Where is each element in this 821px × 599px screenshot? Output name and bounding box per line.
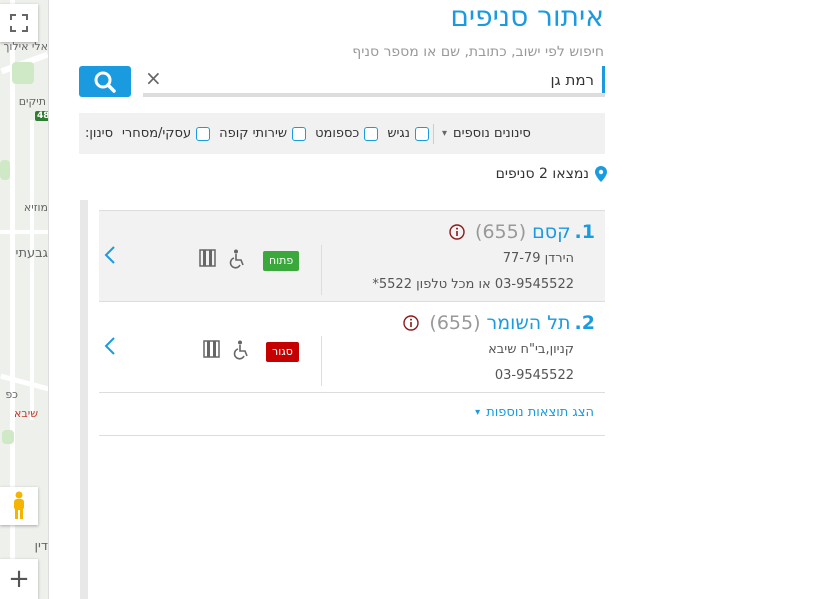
branch-name: קסם — [532, 221, 571, 243]
search-hint: חיפוש לפי ישוב, כתובת, שם או מספר סניף — [352, 44, 604, 60]
divider — [321, 245, 322, 295]
map-label: שיבא — [14, 407, 38, 420]
map-label: מוזיא — [23, 201, 48, 214]
clear-search-icon[interactable]: × — [145, 66, 162, 90]
results-list: 1. קסם (655) הירדן 77-79 03-9545522 או מ… — [99, 210, 605, 436]
branch-code: (655) — [429, 312, 481, 334]
branch-title[interactable]: 2. תל השומר (655) — [403, 312, 595, 334]
filter-accessible[interactable]: נגיש — [387, 126, 429, 141]
branch-name: תל השומר — [486, 312, 571, 334]
branch-result[interactable]: 2. תל השומר (655) קניון,בי"ח שיבא 03-954… — [99, 302, 605, 393]
search-box: × — [143, 66, 605, 97]
search-input[interactable] — [165, 66, 605, 93]
results-count: נמצאו 2 סניפים — [496, 166, 607, 182]
cash-service-icon — [199, 249, 216, 267]
chevron-down-icon: ▾ — [442, 128, 448, 139]
filter-bar: סינון: עסקי/מסחרי שירותי קופה כספומט נגי… — [79, 113, 605, 154]
checkbox[interactable] — [364, 126, 379, 141]
branch-address: הירדן 77-79 — [502, 251, 574, 266]
results-count-text: נמצאו 2 סניפים — [495, 166, 589, 182]
show-more-label: הצג תוצאות נוספות — [486, 405, 594, 420]
fullscreen-icon — [10, 14, 28, 32]
cash-service-icon — [203, 340, 220, 358]
map-label: דין — [34, 539, 48, 554]
checkbox[interactable] — [415, 126, 429, 141]
branch-address: קניון,בי"ח שיבא — [488, 342, 574, 357]
checkbox[interactable] — [196, 126, 211, 141]
map-label: גבעתי — [15, 246, 48, 261]
page-title: איתור סניפים — [450, 0, 604, 33]
street-view-button[interactable] — [0, 487, 38, 525]
filter-label: סינון: — [85, 126, 114, 141]
branch-number: 1. — [574, 221, 595, 243]
branch-result[interactable]: 1. קסם (655) הירדן 77-79 03-9545522 או מ… — [99, 211, 605, 302]
map-label: כפ — [5, 388, 18, 401]
divider — [321, 336, 322, 386]
pegman-icon — [14, 491, 24, 519]
map-panel[interactable]: אלי אילוך תיקים 48 מוזיא גבעתי כפ שיבא ד… — [0, 0, 49, 599]
chevron-left-icon[interactable] — [103, 245, 117, 265]
filter-accessible-label: נגיש — [387, 126, 410, 141]
filter-atm[interactable]: כספומט — [315, 126, 379, 141]
more-filters-label: סינונים נוספים — [453, 126, 531, 141]
branch-code: (655) — [475, 221, 527, 243]
route-shield: 48 — [35, 111, 48, 121]
info-icon[interactable] — [403, 315, 420, 331]
zoom-in-label: + — [8, 564, 30, 594]
filter-business-label: עסקי/מסחרי — [122, 126, 192, 141]
checkbox[interactable] — [292, 126, 307, 141]
search-icon — [94, 71, 116, 93]
chevron-left-icon[interactable] — [103, 336, 117, 356]
filter-business[interactable]: עסקי/מסחרי — [122, 126, 211, 141]
status-badge: סגור — [266, 342, 299, 362]
more-filters-button[interactable]: סינונים נוספים ▾ — [442, 126, 531, 141]
zoom-in-button[interactable]: + — [0, 559, 38, 599]
fullscreen-button[interactable] — [0, 4, 38, 42]
location-pin-icon — [595, 166, 607, 182]
filter-atm-label: כספומט — [315, 126, 360, 141]
branch-title[interactable]: 1. קסם (655) — [449, 221, 595, 243]
accessibility-icon — [229, 249, 244, 269]
chevron-down-icon: ▾ — [475, 407, 481, 418]
results-scrollbar[interactable] — [80, 200, 88, 599]
status-badge: פתוח — [263, 251, 300, 271]
accessibility-icon — [233, 340, 248, 360]
branch-phone: 03-9545522 — [494, 368, 574, 383]
search-button[interactable] — [79, 66, 131, 97]
info-icon[interactable] — [449, 224, 465, 240]
show-more-results-button[interactable]: הצג תוצאות נוספות ▾ — [475, 405, 594, 420]
branch-number: 2. — [574, 312, 595, 334]
map-label: תיקים — [18, 95, 46, 108]
filter-cashier-label: שירותי קופה — [219, 126, 288, 141]
branch-phone: 03-9545522 או מכל טלפון 5522* — [372, 277, 574, 292]
divider — [99, 435, 605, 436]
filter-cashier[interactable]: שירותי קופה — [219, 126, 307, 141]
filter-divider — [433, 123, 434, 144]
